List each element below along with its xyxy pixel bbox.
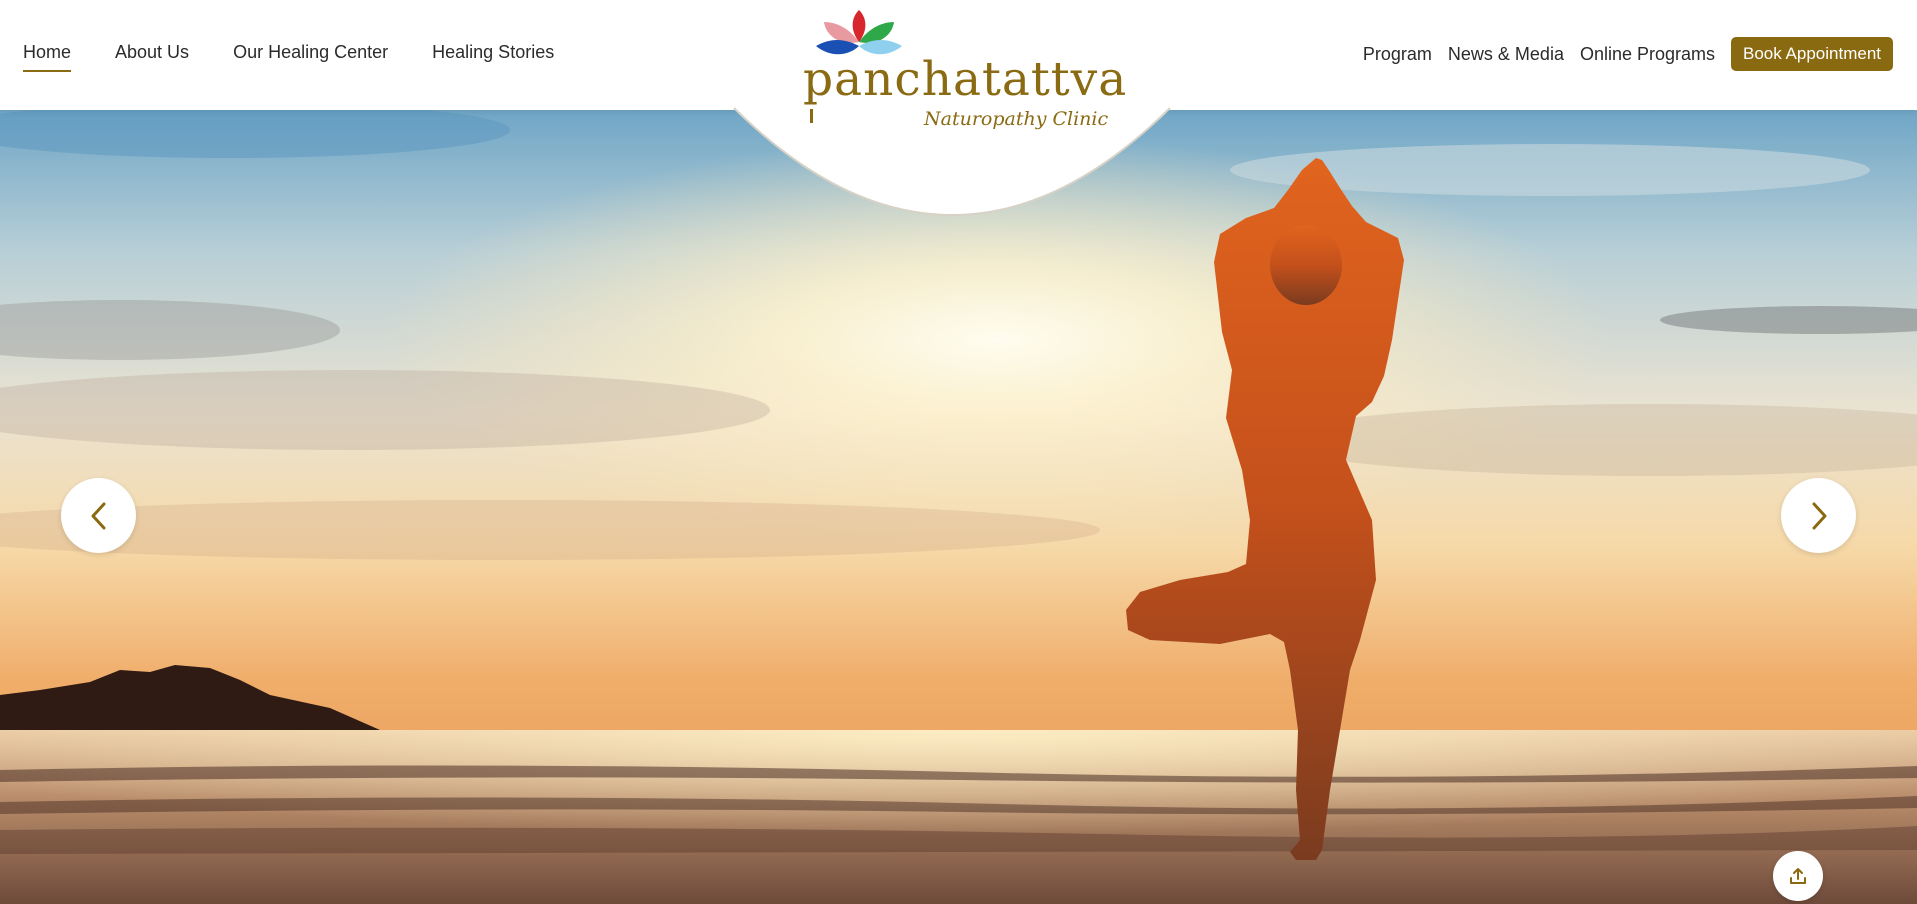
primary-nav-right: Program News & Media Online Programs Boo…	[1363, 37, 1893, 71]
yoga-sunset-illustration	[0, 110, 1917, 904]
nav-online-programs[interactable]: Online Programs	[1580, 42, 1715, 66]
chevron-left-icon	[91, 502, 105, 529]
nav-about-us[interactable]: About Us	[115, 40, 189, 72]
nav-program[interactable]: Program	[1363, 42, 1432, 66]
logo-tagline: Naturopathy Clinic	[924, 108, 1109, 130]
logo-wordmark: panchatattva	[803, 52, 1128, 107]
carousel-prev-button[interactable]	[61, 478, 136, 553]
nav-news-media[interactable]: News & Media	[1448, 42, 1564, 66]
nav-our-healing-center[interactable]: Our Healing Center	[233, 40, 388, 72]
primary-nav-left: Home About Us Our Healing Center Healing…	[23, 40, 554, 72]
logo-divider	[810, 109, 813, 123]
brand-logo[interactable]: panchatattva Naturopathy Clinic	[800, 6, 1126, 136]
book-appointment-button[interactable]: Book Appointment	[1731, 37, 1893, 71]
share-button[interactable]	[1773, 851, 1823, 901]
nav-home[interactable]: Home	[23, 40, 72, 72]
chevron-right-icon	[1812, 502, 1826, 529]
carousel-next-button[interactable]	[1781, 478, 1856, 553]
hero-banner-image	[0, 110, 1917, 904]
share-upload-icon	[1790, 868, 1806, 884]
nav-healing-stories[interactable]: Healing Stories	[432, 40, 554, 72]
